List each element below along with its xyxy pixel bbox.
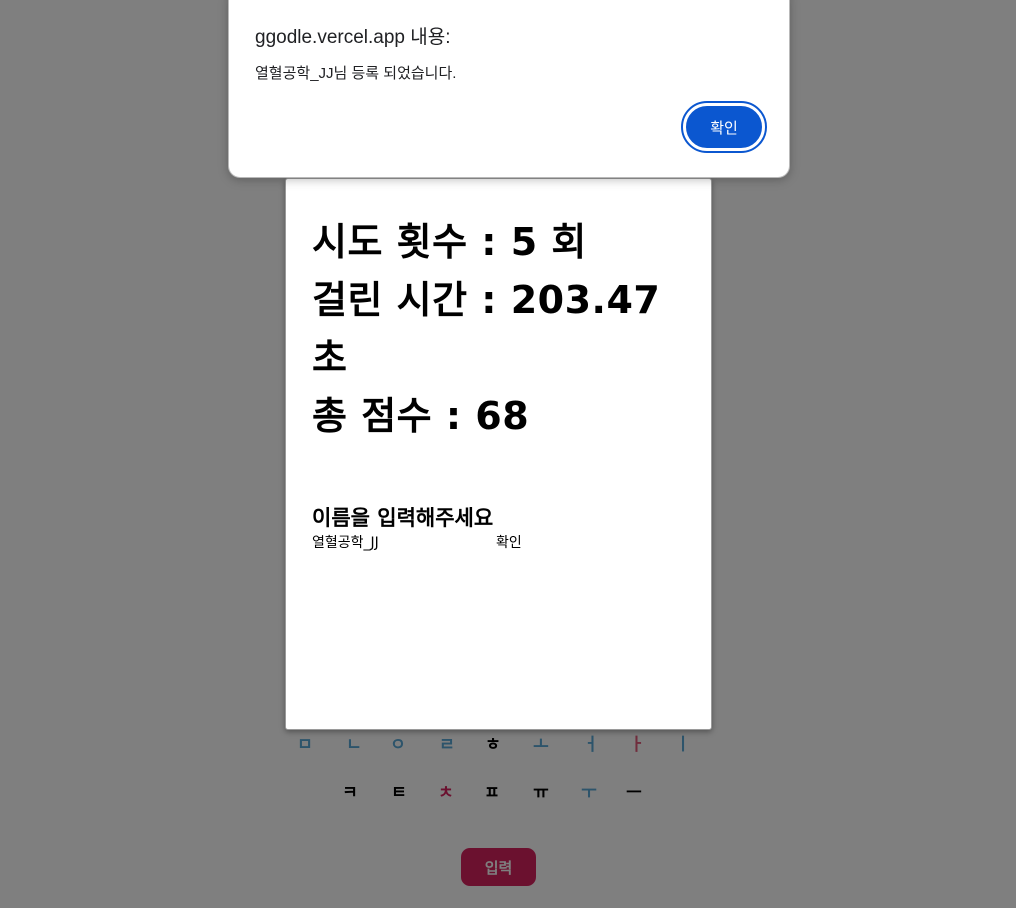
elapsed-time-text: 걸린 시간 : 203.47 <box>312 278 661 322</box>
alert-message: 열혈공학_JJ님 등록 되었습니다. <box>255 65 457 82</box>
name-prompt-label: 이름을 입력해주세요 <box>312 506 494 530</box>
alert-title: ggodle.vercel.app 내용: <box>255 27 451 48</box>
total-score-text: 총 점수 : 68 <box>312 394 530 438</box>
alert-ok-button[interactable]: 확인 <box>681 101 767 153</box>
result-modal: 시도 횟수 : 5 회 걸린 시간 : 203.47 초 총 점수 : 68 이… <box>285 178 712 730</box>
elapsed-time-unit: 초 <box>312 336 348 380</box>
result-stats: 시도 횟수 : 5 회 걸린 시간 : 203.47 초 총 점수 : 68 <box>312 213 687 445</box>
name-form: 확인 <box>312 531 687 555</box>
name-confirm-button[interactable]: 확인 <box>496 531 522 553</box>
attempts-text: 시도 횟수 : 5 회 <box>312 220 587 264</box>
name-input[interactable] <box>312 531 488 553</box>
alert-dialog: ggodle.vercel.app 내용: 열혈공학_JJ님 등록 되었습니다.… <box>228 0 790 178</box>
